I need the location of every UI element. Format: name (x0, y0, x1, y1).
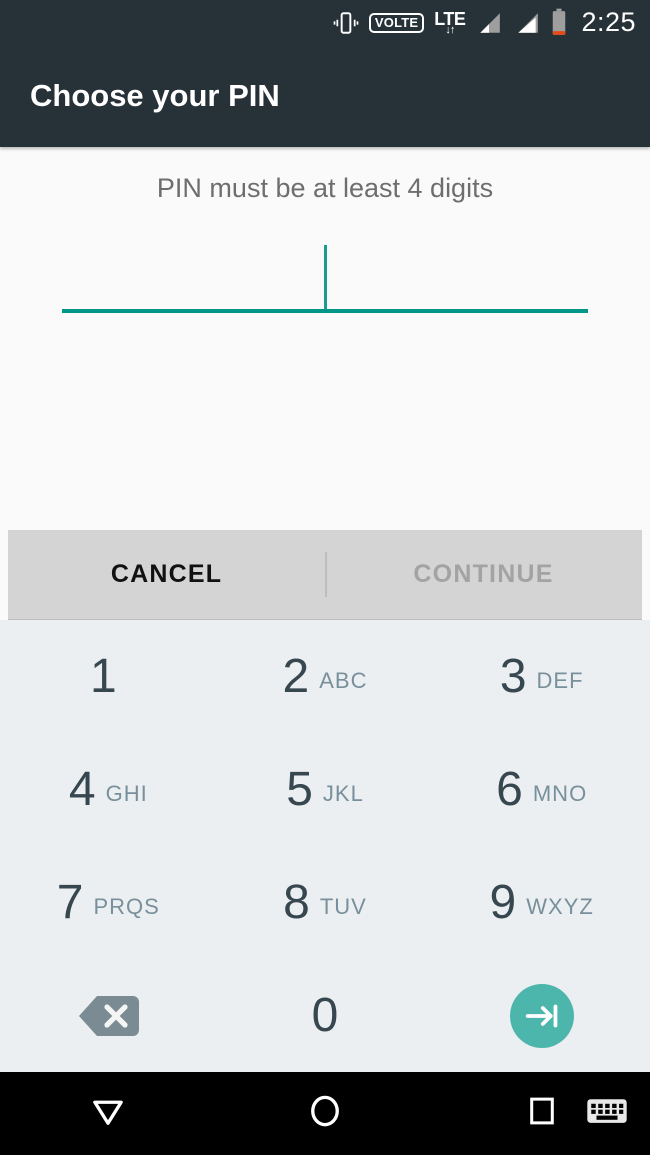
key-digit: 0 (311, 988, 339, 1042)
keypad-row: 1 2 ABC 3 DEF (0, 620, 650, 733)
arrow-to-bar-next-icon (509, 983, 574, 1048)
battery-low-icon (551, 8, 567, 38)
key-digit: 3 (499, 649, 527, 703)
pin-hint-text: PIN must be at least 4 digits (156, 173, 494, 203)
lte-indicator: LTE ↓↑ (434, 10, 466, 36)
keypad-row: 0 (0, 959, 650, 1072)
status-bar: VOLTE LTE ↓↑ 2:25 (0, 0, 650, 45)
key-5[interactable]: 5 JKL (217, 733, 434, 846)
key-letters: PRQS (93, 893, 160, 919)
page-title: Choose your PIN (30, 78, 280, 113)
next-button[interactable] (433, 959, 650, 1072)
key-6[interactable]: 6 MNO (433, 733, 650, 846)
continue-button[interactable]: CONTINUE (325, 530, 642, 619)
lte-data-arrows: ↓↑ (445, 23, 455, 36)
key-letters: MNO (532, 780, 588, 806)
key-digit: 7 (56, 875, 84, 929)
keyboard-switch-icon (586, 1095, 628, 1132)
key-4[interactable]: 4 GHI (0, 733, 217, 846)
key-3[interactable]: 3 DEF (433, 620, 650, 733)
pin-entry-content: PIN must be at least 4 digits (0, 147, 650, 530)
key-7[interactable]: 7 PRQS (0, 846, 217, 959)
key-digit: 6 (496, 762, 523, 816)
key-8[interactable]: 8 TUV (217, 846, 434, 959)
key-0[interactable]: 0 (217, 959, 434, 1072)
key-letters: DEF (536, 667, 584, 693)
backspace-icon[interactable] (0, 959, 217, 1072)
key-1[interactable]: 1 (0, 620, 217, 733)
key-2[interactable]: 2 ABC (217, 620, 434, 733)
volte-badge: VOLTE (368, 12, 425, 33)
signal-bars-icon-1 (475, 10, 503, 36)
numeric-keypad: 1 2 ABC 3 DEF 4 GHI 5 JKL 6 MNO 7 PRQS 8… (0, 620, 650, 1072)
key-digit: 5 (286, 762, 313, 816)
home-button[interactable] (217, 1090, 434, 1137)
key-digit: 1 (89, 649, 117, 703)
action-bar: CANCEL CONTINUE (8, 530, 642, 620)
cancel-button[interactable]: CANCEL (8, 530, 325, 619)
key-letters: ABC (319, 667, 368, 693)
key-letters: WXYZ (526, 893, 594, 919)
phone-screen: VOLTE LTE ↓↑ 2:25 Choose your PIN PIN mu… (0, 0, 650, 1155)
navigation-bar (0, 1072, 650, 1155)
vibrate-icon (333, 10, 359, 36)
pin-input[interactable] (62, 245, 588, 313)
keypad-row: 7 PRQS 8 TUV 9 WXYZ (0, 846, 650, 959)
signal-bars-icon-2 (513, 10, 541, 36)
pin-input-underline (62, 309, 588, 313)
keyboard-switch-button[interactable] (586, 1095, 628, 1132)
recents-square-icon (523, 1092, 561, 1135)
key-9[interactable]: 9 WXYZ (433, 846, 650, 959)
dismiss-keyboard-down-triangle-icon (87, 1090, 129, 1137)
back-button[interactable] (0, 1090, 217, 1137)
key-digit: 9 (489, 875, 517, 929)
key-letters: JKL (322, 780, 364, 806)
text-caret (323, 245, 327, 313)
key-digit: 8 (283, 875, 310, 929)
key-digit: 2 (282, 649, 310, 703)
key-letters: TUV (319, 893, 367, 919)
key-digit: 4 (68, 762, 96, 816)
app-bar: Choose your PIN (0, 45, 650, 147)
keypad-row: 4 GHI 5 JKL 6 MNO (0, 733, 650, 846)
action-divider (325, 552, 327, 597)
key-letters: GHI (105, 780, 148, 806)
status-bar-clock: 2:25 (581, 7, 636, 37)
home-circle-icon (304, 1090, 346, 1137)
